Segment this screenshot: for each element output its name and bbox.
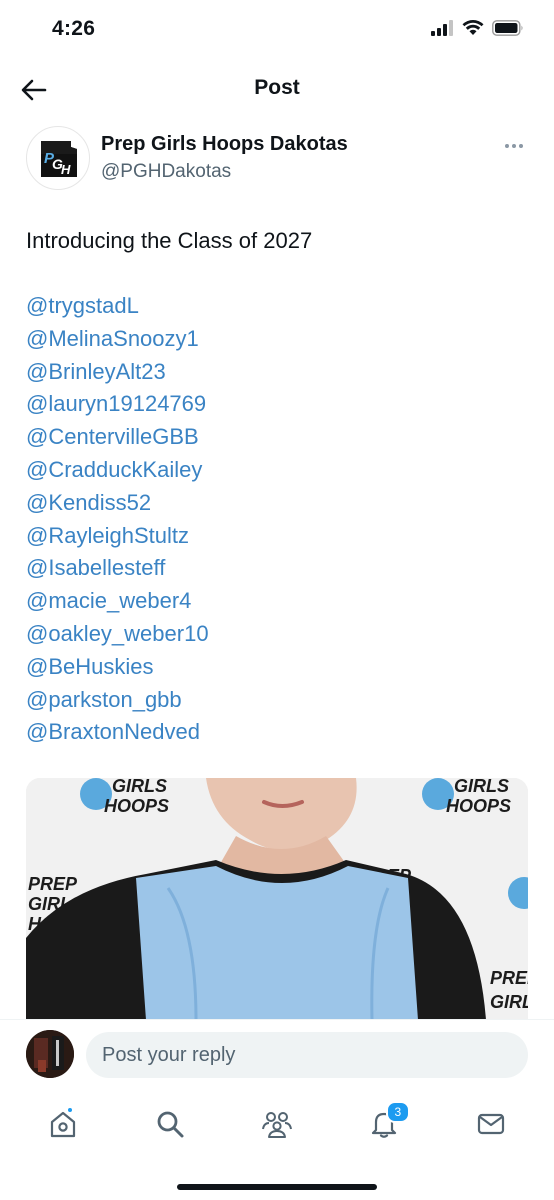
reply-bar: Post your reply [0,1019,554,1089]
backdrop-text: GIRLS [112,778,167,796]
backdrop-text: GIRLS [490,992,528,1012]
nav-search[interactable] [145,1099,195,1149]
nav-home[interactable] [38,1099,88,1149]
search-icon [157,1111,184,1138]
author-avatar[interactable]: P G H [26,126,90,190]
status-icons [430,20,524,36]
home-icon [51,1111,76,1138]
author-name[interactable]: Prep Girls Hoops Dakotas [101,133,348,156]
avatar[interactable] [26,1030,74,1078]
player-photo: GIRLS HOOPS GIRLS HOOPS PREP GIRLS HOOPS… [26,778,528,1020]
backdrop-text: HOOPS [104,796,169,816]
home-indicator[interactable] [177,1184,377,1190]
mail-icon [477,1113,504,1135]
backdrop-text: GIRLS [454,778,509,796]
mention-link[interactable]: @RayleighStultz [26,520,209,553]
status-time: 4:26 [52,17,96,40]
pgh-logo: P G H [41,141,77,177]
mention-link[interactable]: @CradduckKailey [26,454,209,487]
bottom-nav: 3 [0,1089,554,1159]
notification-badge: 3 [385,1101,410,1123]
backdrop-text: HOOPS [446,796,511,816]
mention-link[interactable]: @CentervilleGBB [26,421,209,454]
nav-messages[interactable] [466,1099,516,1149]
post-author: P G H Prep Girls Hoops Dakotas @PGHDakot… [26,126,528,190]
mention-link[interactable]: @MelinaSnoozy1 [26,323,209,356]
reply-input[interactable]: Post your reply [86,1032,528,1078]
post-header: Post [0,62,554,118]
nav-notifications[interactable]: 3 [359,1099,410,1149]
mention-link[interactable]: @parkston_gbb [26,684,209,717]
nav-communities[interactable] [252,1099,302,1149]
user-avatar-image [26,1030,74,1078]
mention-link[interactable]: @lauryn19124769 [26,388,209,421]
battery-icon [492,20,523,36]
mention-link[interactable]: @Isabellesteff [26,552,209,585]
mention-link[interactable]: @macie_weber4 [26,585,209,618]
people-icon [261,1112,292,1138]
status-bar: 4:26 [0,0,554,62]
author-handle[interactable]: @PGHDakotas [101,161,231,183]
page-title: Post [254,76,300,99]
svg-text:H: H [61,162,71,177]
mention-link[interactable]: @oakley_weber10 [26,618,209,651]
mention-link[interactable]: @trygstadL [26,290,209,323]
backdrop-text: PREP [490,968,528,988]
signal-icon [431,20,453,36]
post-text: Introducing the Class of 2027 [26,228,313,253]
mention-list: @trygstadL @MelinaSnoozy1 @BrinleyAlt23 … [26,290,209,749]
reply-placeholder: Post your reply [102,1043,236,1066]
more-options-icon[interactable] [500,136,528,156]
mention-link[interactable]: @Kendiss52 [26,487,209,520]
mention-link[interactable]: @BraxtonNedved [26,716,209,749]
mention-link[interactable]: @BrinleyAlt23 [26,356,209,389]
backdrop-text: PREP [28,874,78,894]
post-image[interactable]: GIRLS HOOPS GIRLS HOOPS PREP GIRLS HOOPS… [26,778,528,1020]
mention-link[interactable]: @BeHuskies [26,651,209,684]
wifi-icon [462,20,484,35]
